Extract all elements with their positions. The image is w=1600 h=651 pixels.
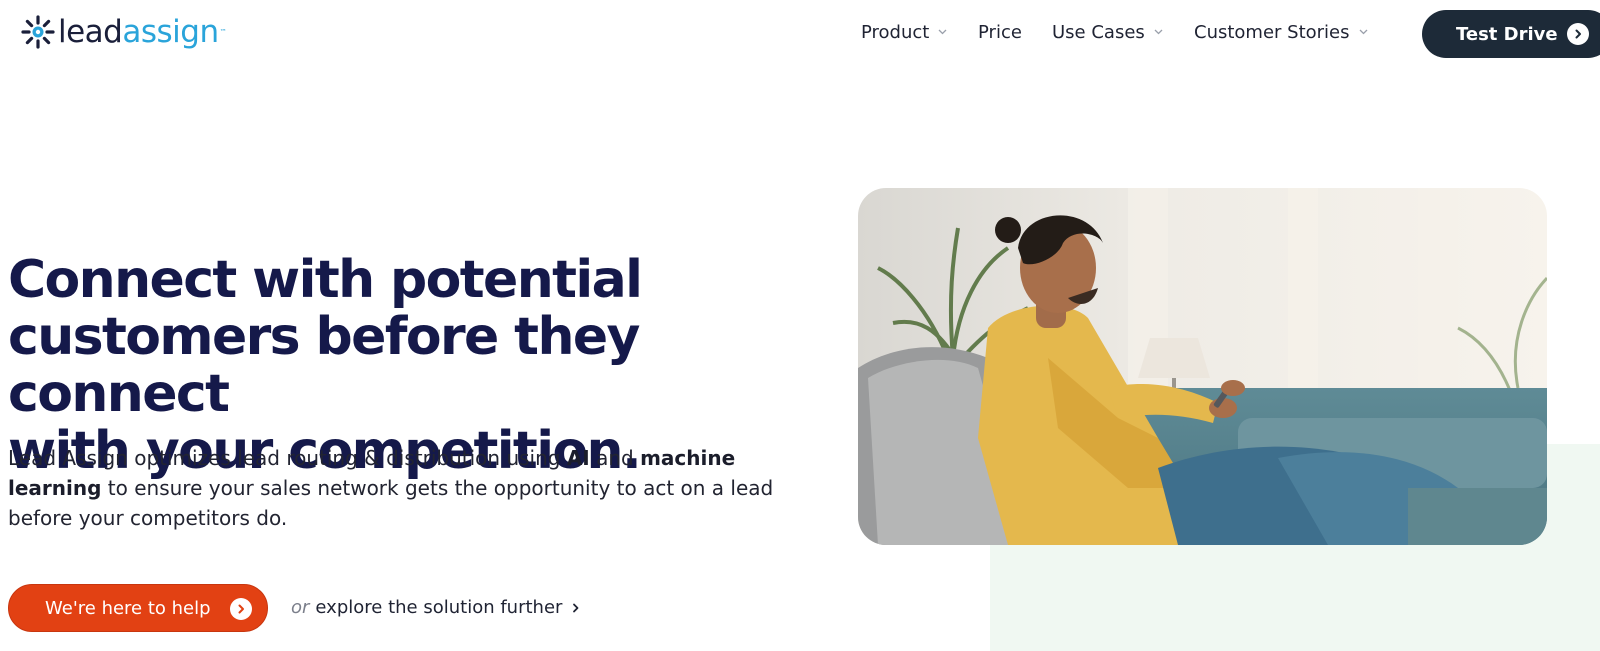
test-drive-button[interactable]: Test Drive bbox=[1422, 10, 1600, 58]
help-button[interactable]: We're here to help bbox=[8, 584, 268, 632]
arrow-right-circle-icon bbox=[230, 598, 252, 620]
sunburst-logo-icon bbox=[20, 14, 56, 50]
help-button-label: We're here to help bbox=[45, 597, 211, 619]
description-bold-ai: AI bbox=[566, 446, 590, 470]
explore-link-label: explore the solution further bbox=[315, 596, 563, 618]
description-text-3: to ensure your sales network gets the op… bbox=[8, 476, 774, 530]
nav-item-label: Price bbox=[978, 22, 1022, 43]
nav-item-price[interactable]: Price bbox=[978, 22, 1022, 43]
or-text: or bbox=[291, 596, 310, 618]
nav-item-customer-stories[interactable]: Customer Stories bbox=[1194, 22, 1368, 43]
description-text-2: and bbox=[589, 446, 641, 470]
site-header: leadassign™ Product Price Use Cases Cust… bbox=[0, 0, 1600, 70]
nav-item-use-cases[interactable]: Use Cases bbox=[1052, 22, 1163, 43]
nav-item-label: Customer Stories bbox=[1194, 22, 1350, 43]
arrow-right-circle-icon bbox=[1567, 23, 1589, 45]
chevron-down-icon bbox=[938, 27, 947, 36]
hero-description: Lead Assign optimizes lead routing & dis… bbox=[8, 443, 788, 533]
test-drive-label: Test Drive bbox=[1456, 23, 1558, 45]
description-text-1: Lead Assign optimizes lead routing & dis… bbox=[8, 446, 567, 470]
brand-name: leadassign™ bbox=[58, 14, 227, 50]
headline-line-2: customers before they connect bbox=[8, 307, 640, 424]
nav-item-label: Use Cases bbox=[1052, 22, 1145, 43]
chevron-down-icon bbox=[1154, 27, 1163, 36]
hero-image-man-with-phone bbox=[858, 188, 1547, 545]
explore-solution-link[interactable]: or explore the solution further bbox=[291, 596, 580, 618]
nav-item-product[interactable]: Product bbox=[861, 22, 947, 43]
logo-link[interactable]: leadassign™ bbox=[20, 14, 227, 50]
chevron-down-icon bbox=[1359, 27, 1368, 36]
headline-line-1: Connect with potential bbox=[8, 250, 643, 310]
nav-item-label: Product bbox=[861, 22, 930, 43]
chevron-right-icon bbox=[572, 597, 580, 618]
brand-name-lead: lead bbox=[58, 14, 123, 50]
brand-name-assign: assign bbox=[122, 14, 219, 50]
trademark-symbol: ™ bbox=[219, 28, 227, 36]
